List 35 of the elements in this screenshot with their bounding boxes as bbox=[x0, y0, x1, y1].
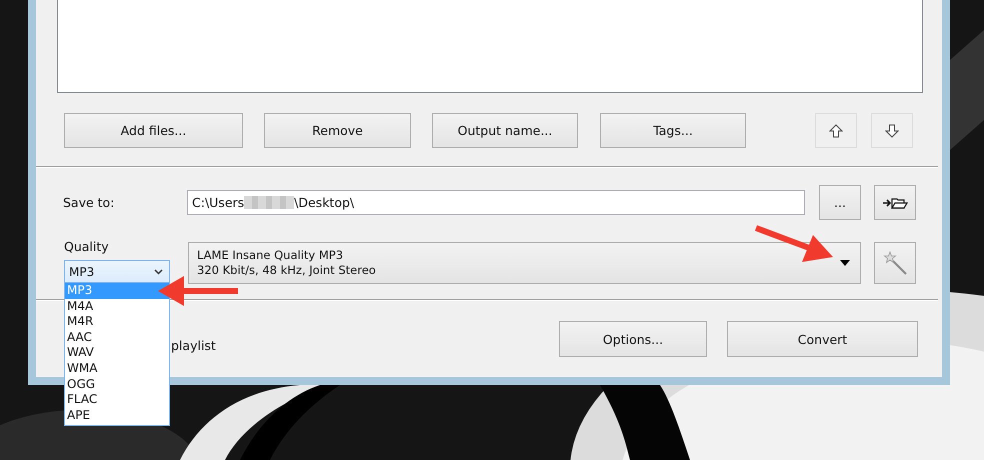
path-field[interactable]: C:\Users \Desktop\ bbox=[187, 190, 805, 215]
move-button[interactable] bbox=[815, 113, 857, 148]
caret-icon bbox=[840, 260, 850, 266]
format-option[interactable]: WAV bbox=[65, 345, 169, 361]
save-to-label: Save to: bbox=[63, 195, 116, 210]
format-option[interactable]: AAC bbox=[65, 330, 169, 346]
list-button[interactable]: Tags... bbox=[600, 113, 746, 148]
chevron-down-icon bbox=[154, 268, 163, 274]
action-button[interactable]: Convert bbox=[727, 321, 918, 357]
format-option[interactable]: FLAC bbox=[65, 392, 169, 408]
preset-text: 320 Kbit/s, 48 kHz, Joint Stereo bbox=[197, 263, 376, 278]
format-option[interactable]: APE bbox=[65, 408, 169, 424]
path-text: C:\Users bbox=[192, 195, 244, 210]
format-option[interactable]: M4R bbox=[65, 314, 169, 330]
quality-label: Quality bbox=[64, 239, 110, 254]
playlist-label: playlist bbox=[171, 338, 216, 352]
preset-text: LAME Insane Quality MP3 bbox=[197, 248, 344, 263]
path-text: \Desktop\ bbox=[294, 195, 354, 210]
action-button[interactable]: Options... bbox=[559, 321, 707, 357]
list-button[interactable]: Add files... bbox=[64, 113, 243, 148]
move-button[interactable] bbox=[871, 113, 913, 148]
format-option[interactable]: OGG bbox=[65, 376, 169, 392]
wizard-button[interactable] bbox=[874, 242, 916, 284]
open-folder-button[interactable] bbox=[874, 185, 916, 220]
arrow-up-icon bbox=[829, 124, 843, 138]
magic-wand-icon bbox=[882, 250, 908, 276]
list-button[interactable]: Output name... bbox=[432, 113, 578, 148]
arrow-down-icon bbox=[885, 124, 899, 138]
format-dropdown[interactable]: MP3 bbox=[64, 260, 170, 283]
browse-button[interactable]: ... bbox=[819, 185, 861, 220]
format-option[interactable]: WMA bbox=[65, 360, 169, 377]
preset-dropdown[interactable]: LAME Insane Quality MP3 320 Kbit/s, 48 kHz, Joint Stereo bbox=[188, 242, 861, 284]
list-button[interactable]: Remove bbox=[264, 113, 411, 148]
redaction-block bbox=[244, 196, 294, 209]
format-option[interactable]: M4A bbox=[65, 298, 169, 314]
